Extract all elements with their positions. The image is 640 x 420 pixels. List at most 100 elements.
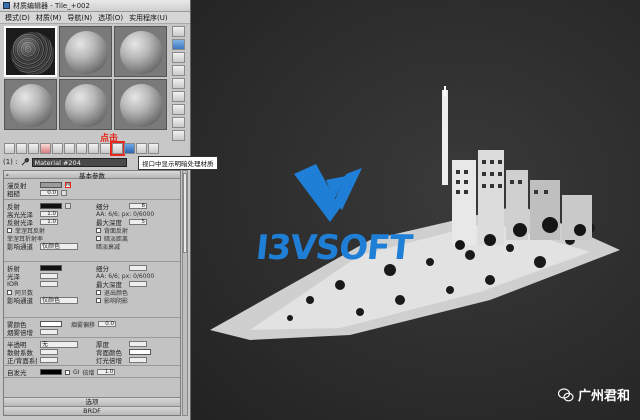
reflect-color-swatch[interactable]: [40, 203, 62, 209]
put-material-icon[interactable]: [16, 143, 27, 154]
fwd-bck-spinner[interactable]: [40, 357, 58, 363]
self-illum-group: 自发光 GI 倍增 1.0: [4, 366, 180, 378]
reflect-subdivs-spinner[interactable]: 8: [129, 203, 147, 209]
make-preview-icon[interactable]: [172, 91, 185, 102]
fog-color-swatch[interactable]: [40, 321, 62, 327]
roughness-label: 粗糙: [7, 190, 20, 198]
side-toolbar: [172, 26, 186, 141]
self-illum-color-swatch[interactable]: [40, 369, 62, 375]
show-shaded-material-icon[interactable]: [110, 141, 125, 156]
material-name-field[interactable]: Material #204: [31, 157, 127, 167]
refract-affect-dropdown[interactable]: 仅颜色: [40, 296, 78, 304]
show-map-icon[interactable]: [100, 143, 111, 154]
refract-subdivs-spinner[interactable]: [129, 265, 147, 271]
video-color-check-icon[interactable]: [172, 78, 185, 89]
fog-group: 雾颜色 烟雾偏移 0.0 烟雾倍增: [4, 318, 180, 338]
copy-material-icon[interactable]: [52, 143, 63, 154]
sample-slot-4[interactable]: [4, 79, 57, 130]
roughness-spinner[interactable]: 0.0: [40, 190, 58, 196]
options-icon[interactable]: [172, 104, 185, 115]
go-forward-sibling-icon[interactable]: [148, 143, 159, 154]
self-illum-gi-checkbox[interactable]: [65, 369, 70, 375]
dim-distance-checkbox[interactable]: [96, 235, 101, 241]
put-to-library-icon[interactable]: [76, 143, 87, 154]
reflect-max-depth-spinner[interactable]: 5: [129, 219, 147, 225]
back-reflect-checkbox[interactable]: [96, 227, 101, 233]
brdf-rollout-header[interactable]: BRDF: [4, 406, 180, 415]
ior-spinner[interactable]: [40, 281, 58, 287]
reflect-affect-dropdown[interactable]: 仅颜色: [40, 242, 78, 250]
menu-mode[interactable]: 模式(D): [2, 13, 33, 23]
options-rollout-header[interactable]: 选项: [4, 397, 180, 406]
uv-tiling-icon[interactable]: [172, 65, 185, 76]
watermark: 广州君和: [557, 385, 630, 404]
menu-options[interactable]: 选项(O): [95, 13, 126, 23]
fog-mult-spinner[interactable]: [40, 329, 58, 335]
eyedropper-icon[interactable]: [21, 158, 29, 166]
sample-type-icon[interactable]: [172, 26, 185, 37]
scatter-spinner[interactable]: [40, 349, 58, 355]
select-by-material-icon[interactable]: [172, 117, 185, 128]
get-material-icon[interactable]: [4, 143, 15, 154]
material-id-channel-icon[interactable]: [88, 143, 99, 154]
sample-slot-5[interactable]: [59, 79, 112, 130]
translucency-type-dropdown[interactable]: 无: [40, 340, 78, 348]
app-icon: [3, 2, 10, 9]
backlight-icon[interactable]: [172, 39, 185, 50]
roughness-map-button[interactable]: [61, 190, 67, 196]
logo-text: I3VSOFT: [253, 228, 414, 268]
refract-gloss-spinner[interactable]: [40, 273, 58, 279]
sample-slot-3[interactable]: [114, 26, 167, 77]
sample-slot-2[interactable]: [59, 26, 112, 77]
basic-params-header[interactable]: - 基本参数: [4, 171, 180, 180]
show-end-result-icon[interactable]: [124, 143, 135, 154]
translucency-group: 半透明 无 散射系数 正/背面系数 厚度 背面颜色 灯光倍增: [4, 338, 180, 366]
fwd-bck-label: 正/背面系数: [7, 357, 37, 365]
refract-color-swatch[interactable]: [40, 265, 62, 271]
reflection-group: 反射 高光光泽 1.0 反射光泽 1.0 菲涅耳反射 菲涅耳折射率 影响通道 仅…: [4, 200, 180, 262]
assign-material-icon[interactable]: [28, 143, 39, 154]
thickness-spinner[interactable]: [129, 341, 147, 347]
refract-max-depth-spinner[interactable]: [129, 281, 147, 287]
diffuse-group: 漫反射 M 粗糙 0.0: [4, 179, 180, 200]
fog-bias-spinner[interactable]: 0.0: [98, 321, 117, 327]
affect-shadows-checkbox[interactable]: [96, 297, 101, 303]
sample-slot-1[interactable]: [4, 26, 57, 77]
options-rollout-title: 选项: [85, 398, 99, 406]
fresnel-checkbox[interactable]: [7, 227, 12, 233]
material-map-navigator-icon[interactable]: [172, 130, 185, 141]
hilight-gloss-spinner[interactable]: 1.0: [40, 211, 58, 217]
material-editor-window: 材质编辑器 - Tile_+002 模式(D) 材质(M) 导航(N) 选项(O…: [0, 0, 218, 420]
scrollbar-thumb[interactable]: [183, 173, 187, 253]
rollout-scrollbar[interactable]: [182, 170, 188, 416]
refl-gloss-spinner[interactable]: 1.0: [40, 219, 58, 225]
refract-subdivs-label: 细分: [96, 265, 109, 273]
translucency-right-column: 厚度 背面颜色 灯光倍增: [96, 340, 178, 365]
menu-material[interactable]: 材质(M): [33, 13, 65, 23]
sample-slot-6[interactable]: [114, 79, 167, 130]
abbe-checkbox[interactable]: [7, 289, 12, 295]
self-illum-mult-spinner[interactable]: 1.0: [97, 369, 116, 375]
light-mult-spinner[interactable]: [129, 357, 147, 363]
make-unique-icon[interactable]: [64, 143, 75, 154]
back-color-swatch[interactable]: [129, 349, 151, 355]
reset-map-icon[interactable]: [40, 143, 51, 154]
sample-slots: [4, 26, 167, 130]
dim-falloff-label: 暗淡衰减: [96, 243, 121, 251]
fog-bias-label: 烟雾偏移: [71, 321, 96, 329]
window-title: 材质编辑器 - Tile_+002: [13, 1, 90, 10]
menu-utilities[interactable]: 实用程序(U): [126, 13, 171, 23]
menu-navigation[interactable]: 导航(N): [64, 13, 95, 23]
exit-color-checkbox[interactable]: [96, 289, 101, 295]
diffuse-map-button[interactable]: M: [65, 182, 71, 188]
background-icon[interactable]: [172, 52, 185, 63]
reflect-subdivs-label: 细分: [96, 203, 109, 211]
diffuse-color-swatch[interactable]: [40, 182, 62, 188]
reflect-map-button[interactable]: [65, 203, 71, 209]
menu-bar: 模式(D) 材质(M) 导航(N) 选项(O) 实用程序(U): [0, 12, 190, 24]
title-bar[interactable]: 材质编辑器 - Tile_+002: [0, 0, 190, 12]
viewport[interactable]: I3VSOFT 广州君和: [190, 0, 640, 420]
go-to-parent-icon[interactable]: [136, 143, 147, 154]
slot-label: (1) :: [3, 158, 18, 166]
bottom-toolbar: [4, 141, 190, 156]
